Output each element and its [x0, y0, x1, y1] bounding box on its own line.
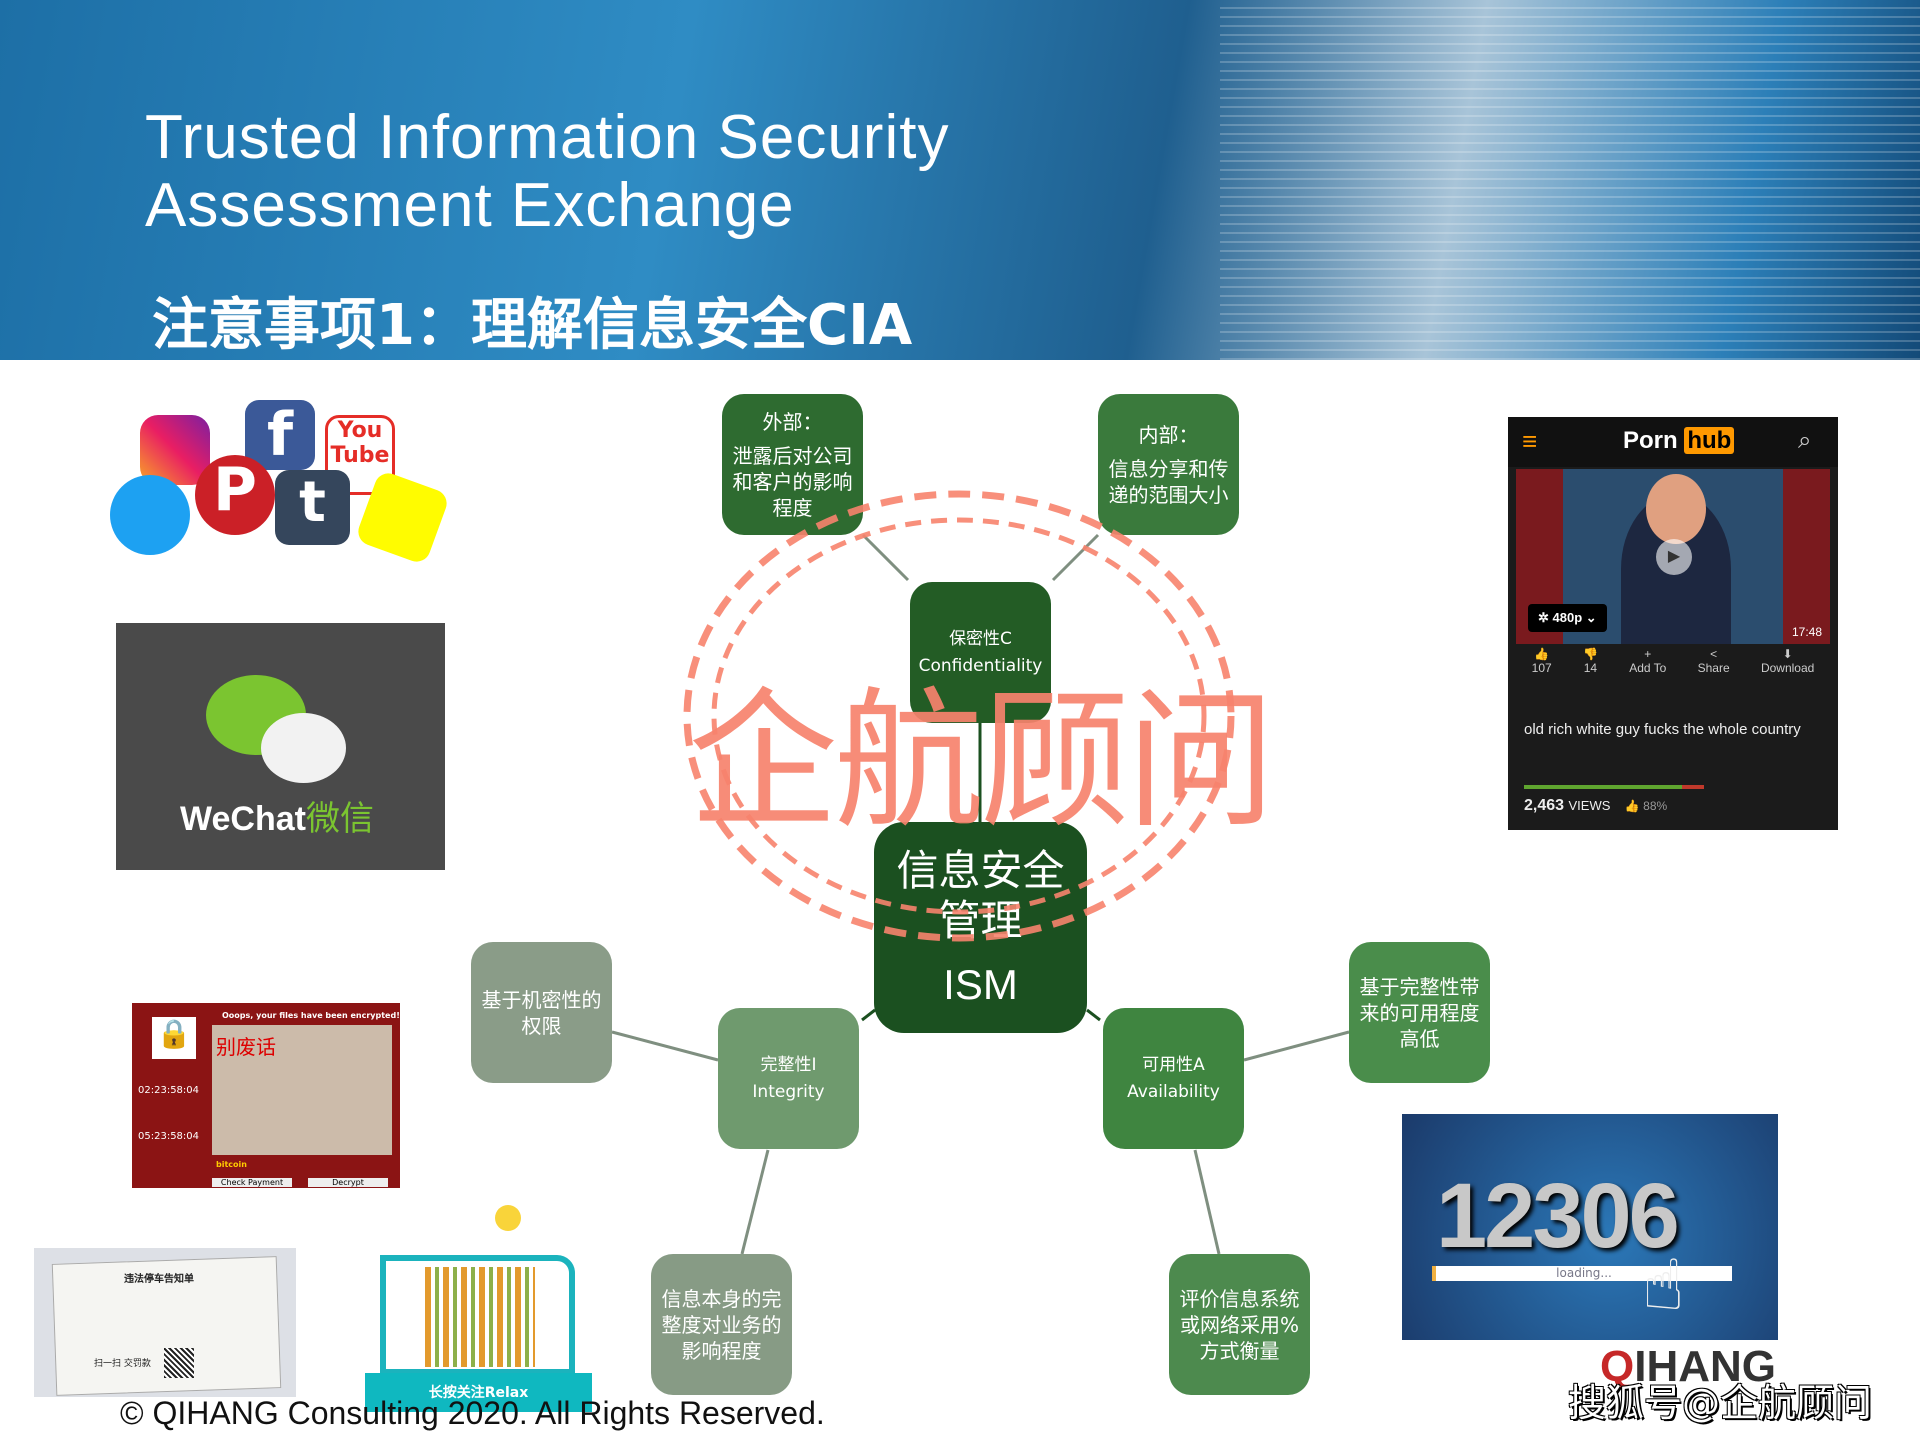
external-title: 外部：	[762, 409, 823, 434]
ism-line2: 管理	[938, 895, 1023, 945]
avail-eval-box: 评价信息系统或网络采用%方式衡量	[1169, 1254, 1310, 1395]
availability-cn: 可用性A	[1142, 1054, 1205, 1075]
integrity-impact-box: 信息本身的完整度对业务的影响程度	[651, 1254, 792, 1395]
confidentiality-box: 保密性C Confidentiality	[910, 582, 1051, 723]
integrity-impact-text: 信息本身的完整度对业务的影响程度	[661, 1286, 782, 1363]
connector-line	[861, 1008, 876, 1022]
conf-permission-text: 基于机密性的权限	[481, 987, 602, 1038]
external-text: 泄露后对公司和客户的影响程度	[732, 443, 853, 520]
ism-line1: 信息安全	[896, 845, 1065, 895]
connector-line	[611, 1030, 719, 1062]
external-box: 外部： 泄露后对公司和客户的影响程度	[722, 394, 863, 535]
conf-permission-box: 基于机密性的权限	[471, 942, 612, 1083]
integrity-en: Integrity	[752, 1081, 825, 1102]
connector-line	[1051, 533, 1100, 582]
integrity-box: 完整性I Integrity	[718, 1008, 859, 1149]
connector-line	[861, 533, 910, 582]
internal-title: 内部：	[1138, 422, 1199, 447]
avail-integrity-text: 基于完整性带来的可用程度高低	[1359, 974, 1480, 1051]
internal-text: 信息分享和传递的范围大小	[1108, 456, 1229, 507]
ism-center-box: 信息安全 管理 ISM	[874, 822, 1087, 1033]
confidentiality-en: Confidentiality	[918, 655, 1043, 676]
connector-line	[1193, 1149, 1221, 1255]
connector-line	[1243, 1030, 1350, 1062]
availability-en: Availability	[1127, 1081, 1220, 1102]
connector-line	[1086, 1008, 1101, 1022]
avail-eval-text: 评价信息系统或网络采用%方式衡量	[1179, 1286, 1300, 1363]
avail-integrity-box: 基于完整性带来的可用程度高低	[1349, 942, 1490, 1083]
integrity-cn: 完整性I	[760, 1054, 817, 1075]
connector-line	[740, 1149, 770, 1255]
ism-line3: ISM	[943, 960, 1018, 1008]
confidentiality-cn: 保密性C	[949, 628, 1012, 649]
internal-box: 内部： 信息分享和传递的范围大小	[1098, 394, 1239, 535]
availability-box: 可用性A Availability	[1103, 1008, 1244, 1149]
